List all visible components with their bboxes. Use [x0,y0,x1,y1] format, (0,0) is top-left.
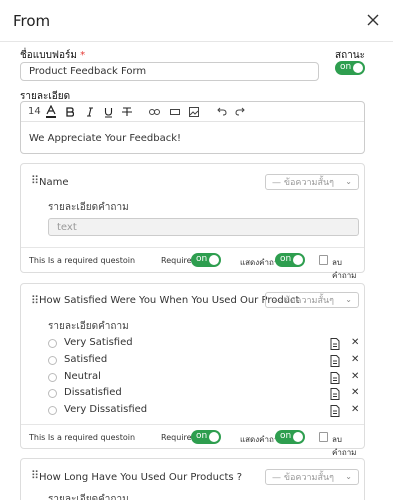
require-toggle-text: on [196,431,208,441]
document-icon[interactable] [330,372,340,384]
question-type-select[interactable]: — ข้อความสั้นๆ ⌄ [265,469,359,485]
remove-option-icon[interactable]: ✕ [351,337,359,348]
remove-option-icon[interactable]: ✕ [351,387,359,398]
status-toggle-text: on [340,62,352,72]
remove-option-icon[interactable]: ✕ [351,404,359,415]
close-icon[interactable] [365,12,381,28]
embed-icon[interactable] [170,108,180,116]
toggle-knob [353,63,363,73]
question-detail-label: รายละเอียดคำถาม [48,494,129,500]
text-color-icon[interactable] [46,105,56,118]
remove-option-icon[interactable]: ✕ [351,371,359,382]
editor-content[interactable]: We Appreciate Your Feedback! [29,133,181,144]
require-toggle[interactable]: on [191,253,221,267]
drag-handle-icon[interactable]: ⠿ [31,174,39,187]
underline-icon[interactable] [104,107,113,118]
answer-input[interactable]: text [48,218,359,236]
rich-text-editor[interactable]: 14 We Appreciate Your Feedback! [20,101,365,154]
delete-icon[interactable] [319,255,328,265]
chevron-down-icon: ⌄ [345,472,352,481]
show-toggle-text: on [280,254,292,264]
form-name-label: ชื่อแบบฟอร์ม * [20,48,85,63]
required-note: This Is a required questoin [29,433,136,442]
option-row: Very Satisfied ✕ [48,336,359,352]
question-type-select[interactable]: — ข้อความสั้นๆ ⌄ [265,292,359,308]
radio-icon[interactable] [48,373,57,382]
form-name-label-text: ชื่อแบบฟอร์ม [20,50,77,61]
delete-question-label[interactable]: ลบคำถาม [332,433,364,459]
remove-option-icon[interactable]: ✕ [351,354,359,365]
delete-question-label[interactable]: ลบคำถาม [332,256,364,282]
document-icon[interactable] [330,388,340,400]
form-name-value: Product Feedback Form [29,66,147,77]
italic-icon[interactable] [86,107,94,117]
font-size-select[interactable]: 14 [28,106,41,117]
status-toggle[interactable]: on [335,61,365,75]
show-question-toggle[interactable]: on [275,253,305,267]
modal-header: From [0,0,393,42]
radio-icon[interactable] [48,356,57,365]
radio-icon[interactable] [48,339,57,348]
question-card: ⠿ How Long Have You Used Our Products ? … [20,458,365,500]
question-detail-label: รายละเอียดคำถาม [48,202,129,213]
document-icon[interactable] [330,338,340,350]
drag-handle-icon[interactable]: ⠿ [31,469,39,482]
question-title[interactable]: How Satisfied Were You When You Used Our… [39,295,299,306]
question-type-value: — ข้อความสั้นๆ [272,473,334,483]
chevron-down-icon: ⌄ [345,295,352,304]
option-row: Very Dissatisfied ✕ [48,403,359,419]
image-icon[interactable] [189,107,199,117]
show-toggle-text: on [280,431,292,441]
option-label[interactable]: Very Dissatisfied [64,404,147,415]
option-row: Neutral ✕ [48,370,359,386]
delete-icon[interactable] [319,432,328,442]
option-row: Dissatisfied ✕ [48,386,359,402]
question-card: ⠿ How Satisfied Were You When You Used O… [20,283,365,457]
question-detail-label: รายละเอียดคำถาม [48,321,129,332]
toggle-knob [293,432,303,442]
require-toggle[interactable]: on [191,430,221,444]
radio-icon[interactable] [48,389,57,398]
require-label: Require [161,256,192,265]
required-mark: * [80,50,86,61]
question-card: ⠿ Name — ข้อความสั้นๆ ⌄ รายละเอียดคำถาม … [20,163,365,280]
option-label[interactable]: Neutral [64,371,101,382]
redo-icon[interactable] [235,107,245,116]
question-title[interactable]: Name [39,177,69,188]
toggle-knob [209,432,219,442]
toggle-knob [293,255,303,265]
bold-icon[interactable] [66,107,74,117]
modal-title: From [13,12,51,30]
divider [21,424,364,425]
toggle-knob [209,255,219,265]
option-label[interactable]: Satisfied [64,354,107,365]
document-icon[interactable] [330,355,340,367]
editor-toolbar: 14 [21,102,364,122]
option-label[interactable]: Very Satisfied [64,337,133,348]
option-row: Satisfied ✕ [48,353,359,369]
require-toggle-text: on [196,254,208,264]
question-type-value: — ข้อความสั้นๆ [272,178,334,188]
radio-icon[interactable] [48,406,57,415]
link-icon[interactable] [149,108,160,116]
form-name-input[interactable]: Product Feedback Form [20,62,319,81]
required-note: This Is a required questoin [29,256,136,265]
answer-placeholder: text [57,221,77,233]
option-label[interactable]: Dissatisfied [64,387,122,398]
show-question-toggle[interactable]: on [275,430,305,444]
question-title[interactable]: How Long Have You Used Our Products ? [39,472,242,483]
divider [21,247,364,248]
drag-handle-icon[interactable]: ⠿ [31,294,39,307]
document-icon[interactable] [330,405,340,417]
question-type-value: — ข้อความสั้นๆ [272,296,334,306]
question-type-select[interactable]: — ข้อความสั้นๆ ⌄ [265,174,359,190]
chevron-down-icon: ⌄ [345,177,352,186]
undo-icon[interactable] [217,107,227,116]
require-label: Require [161,433,192,442]
strikethrough-icon[interactable] [122,107,132,117]
